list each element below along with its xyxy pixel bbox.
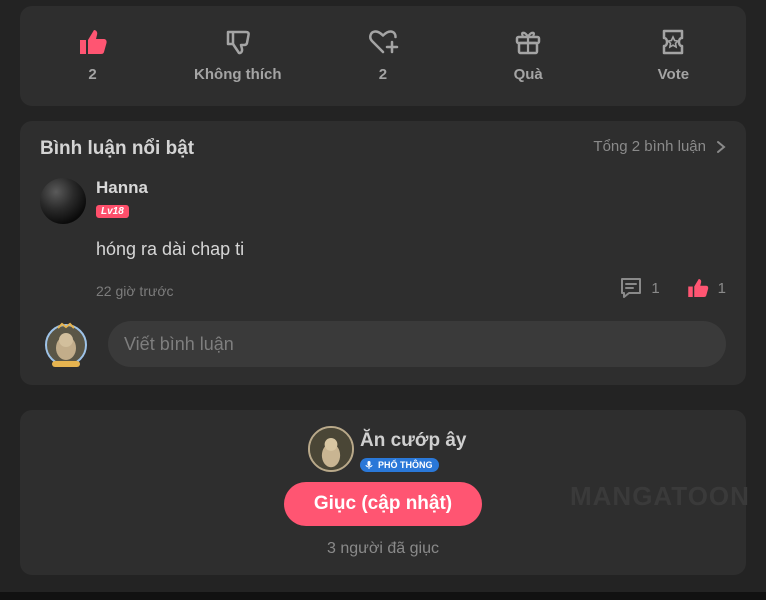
thumbs-up-icon — [687, 279, 708, 297]
heart-plus-icon — [369, 30, 399, 54]
featured-comments-card: Bình luận nổi bật Tổng 2 bình luận Hanna… — [20, 121, 746, 385]
urge-count-text: 3 người đã giục — [327, 540, 439, 557]
author-name[interactable]: Ăn cướp ây — [360, 430, 466, 452]
microphone-icon — [365, 461, 373, 469]
thumbs-up-icon — [79, 30, 107, 54]
reactions-card: 2 Không thích 2 Quà Vote — [20, 6, 746, 106]
gift-label: Quà — [513, 66, 543, 83]
like-count: 2 — [88, 66, 97, 83]
chevron-right-icon — [717, 140, 726, 153]
author-avatar[interactable] — [308, 426, 354, 472]
dislike-label: Không thích — [194, 66, 282, 83]
watermark-logo: MANGATOON — [570, 481, 750, 511]
thumbs-down-icon — [226, 30, 250, 55]
comment-username[interactable]: Hanna — [96, 178, 148, 198]
level-badge: Lv18 — [96, 205, 129, 218]
like-button[interactable]: 2 — [33, 6, 153, 106]
vote-label: Vote — [657, 66, 690, 83]
comment-time: 22 giờ trước — [96, 283, 174, 299]
gift-icon — [515, 31, 541, 55]
reactions-row: 2 Không thích 2 Quà Vote — [20, 6, 746, 106]
comment-actions: 1 1 — [601, 276, 726, 300]
urge-update-button[interactable]: Giục (cập nhật) — [284, 482, 482, 526]
favorite-count: 2 — [378, 66, 388, 83]
comment-input[interactable] — [108, 321, 726, 367]
avatar[interactable] — [40, 178, 86, 224]
tier-badge: PHỔ THÔNG — [360, 458, 439, 472]
total-comments-label: Tổng 2 bình luận — [593, 138, 706, 155]
dislike-button[interactable]: Không thích — [178, 6, 298, 106]
favorite-button[interactable]: 2 — [323, 6, 443, 106]
tier-label: PHỔ THÔNG — [378, 460, 433, 470]
vote-ticket-icon — [663, 29, 684, 55]
comment-text: hóng ra dài chap ti — [96, 239, 245, 259]
comment-like-button[interactable]: 1 — [686, 276, 726, 300]
vote-button[interactable]: Vote — [613, 6, 733, 106]
reply-icon — [621, 278, 642, 298]
comment-like-count: 1 — [717, 279, 726, 297]
reply-count: 1 — [651, 279, 660, 297]
section-title: Bình luận nổi bật — [40, 138, 195, 159]
bottom-edge — [0, 592, 766, 600]
author-urge-card: MANGATOON Ăn cướp ây PHỔ THÔNG Giục (cập… — [20, 410, 749, 575]
current-user-avatar — [45, 322, 87, 367]
all-comments-link[interactable]: Tổng 2 bình luận — [593, 138, 726, 155]
gift-button[interactable]: Quà — [468, 6, 588, 106]
reply-button[interactable]: 1 — [619, 276, 660, 300]
